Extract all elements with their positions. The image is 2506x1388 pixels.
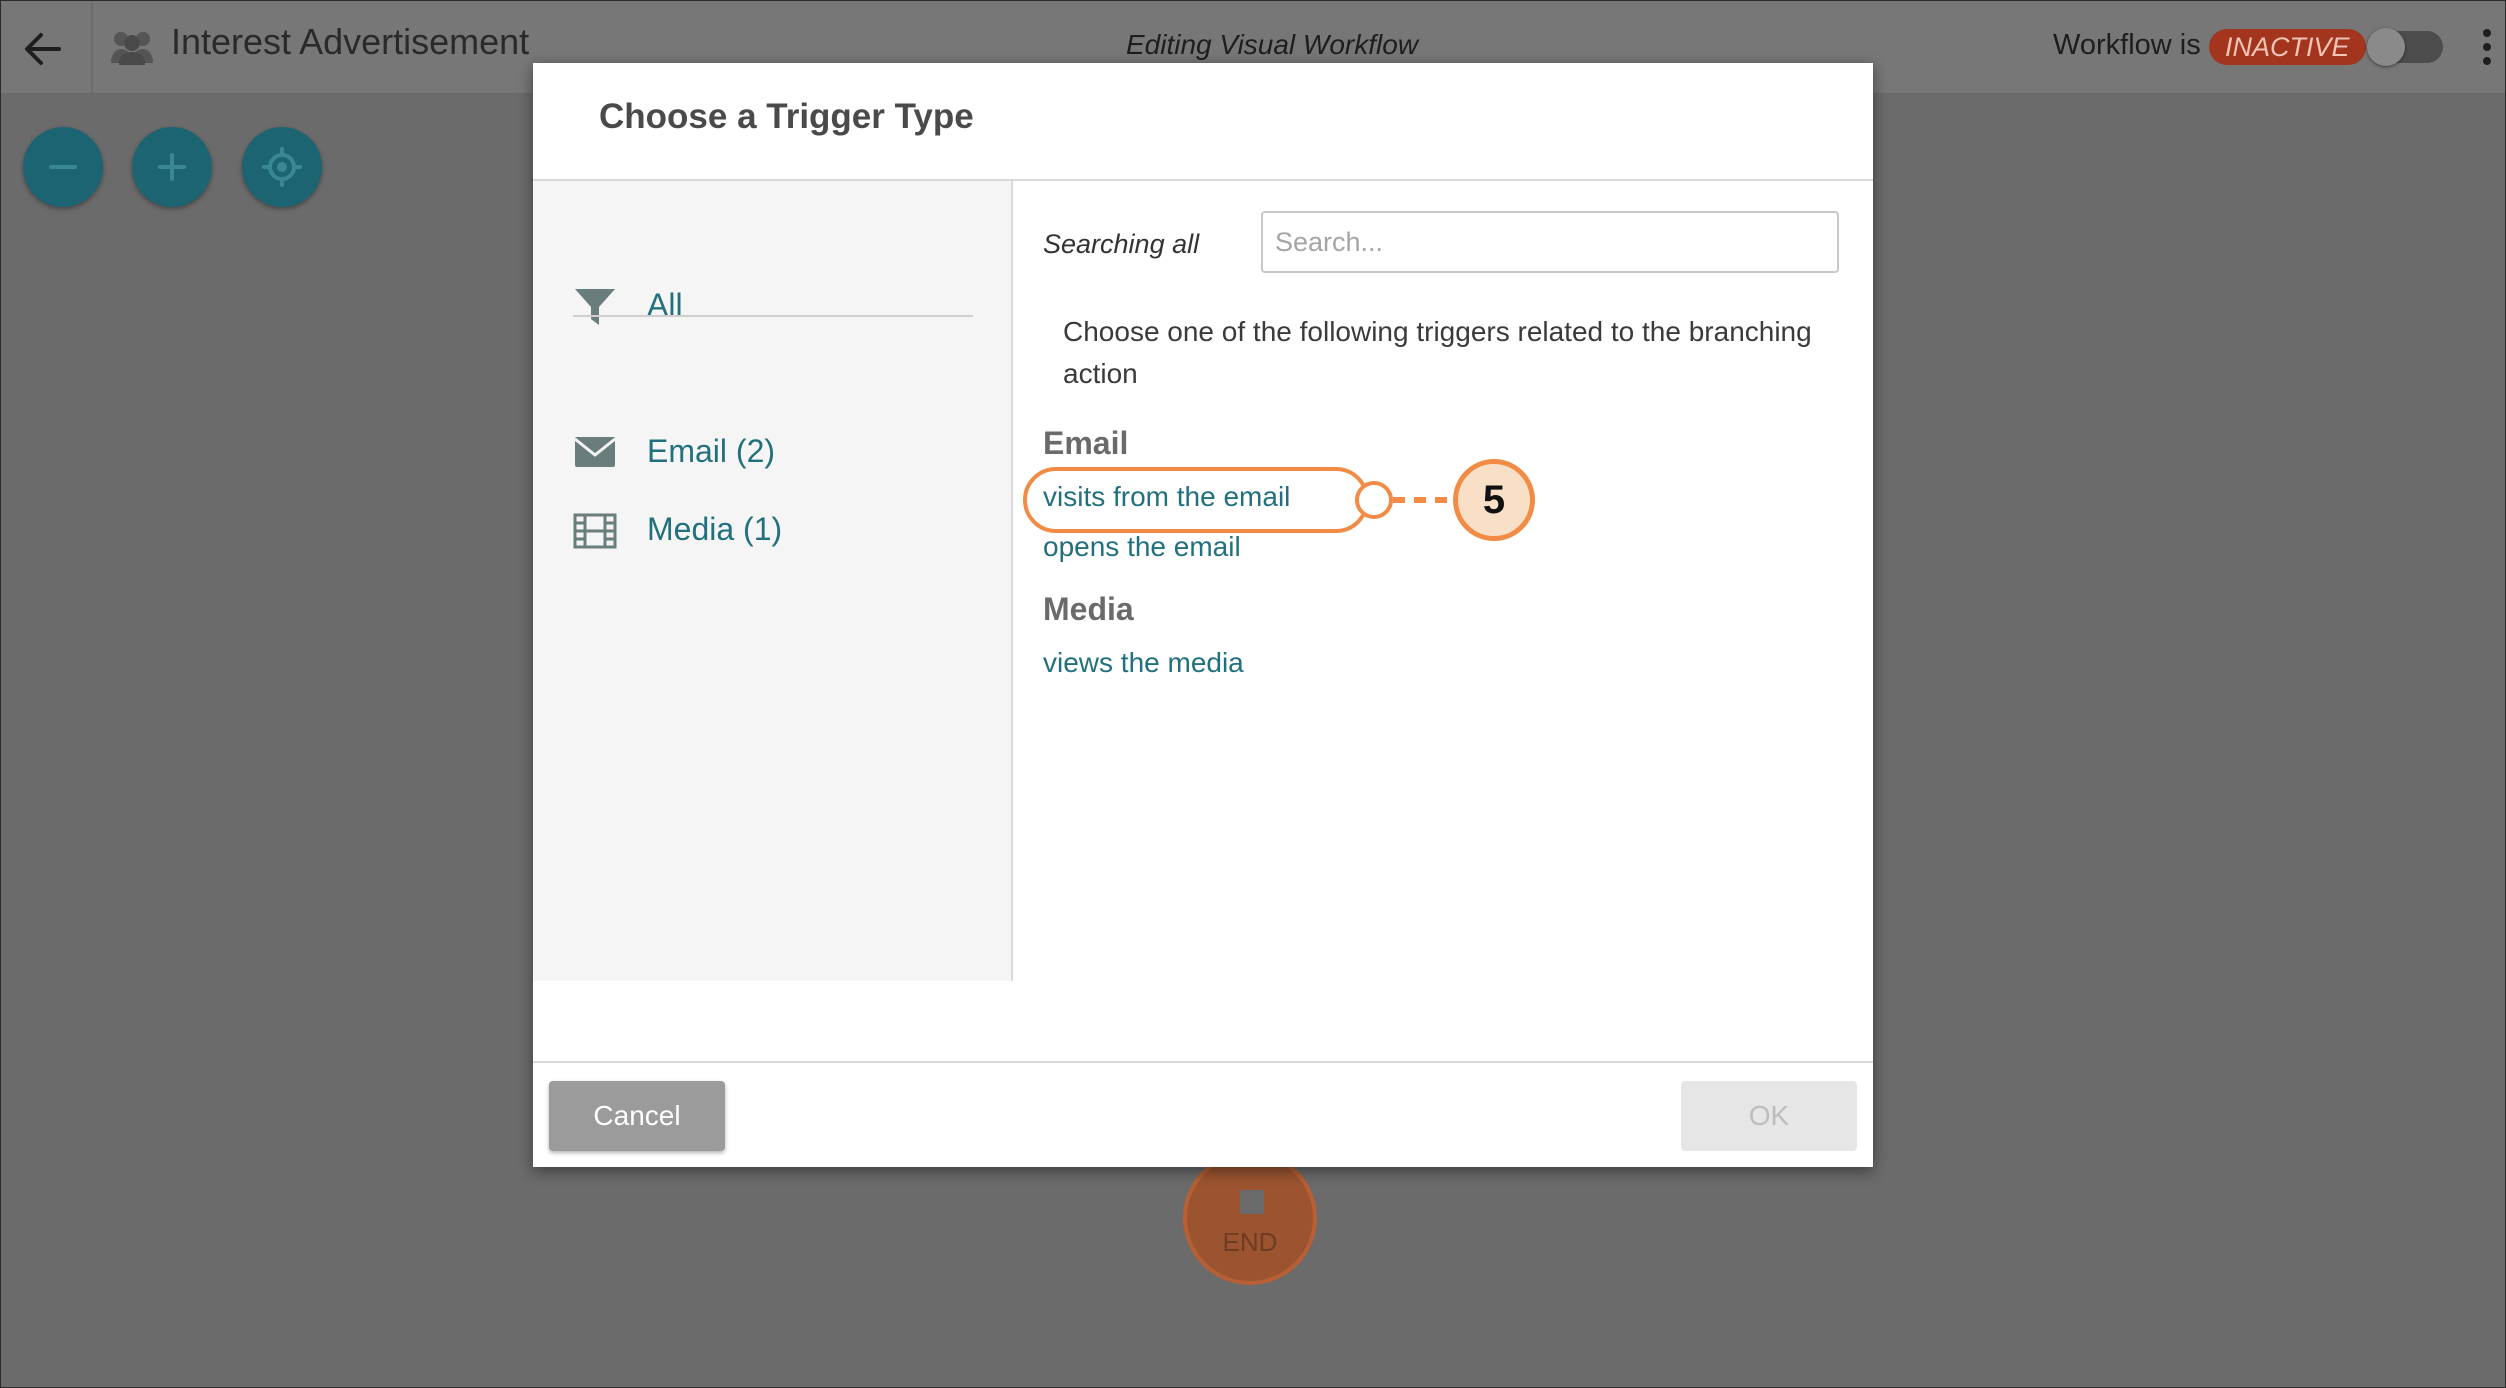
film-icon bbox=[573, 513, 617, 549]
group-icon bbox=[111, 32, 153, 65]
trigger-list-panel: Searching all Choose one of the followin… bbox=[1013, 181, 1873, 981]
callout-connector bbox=[1393, 497, 1447, 503]
workflow-status-label: Workflow is bbox=[2053, 29, 2201, 61]
stop-icon bbox=[1240, 1190, 1264, 1214]
envelope-icon bbox=[574, 437, 616, 467]
workflow-active-toggle[interactable] bbox=[2367, 28, 2443, 66]
editing-mode-label: Editing Visual Workflow bbox=[1126, 29, 1419, 60]
zoom-in-button[interactable] bbox=[132, 127, 212, 207]
search-scope-label: Searching all bbox=[1043, 229, 1200, 259]
zoom-out-button[interactable] bbox=[23, 127, 103, 207]
group-title-email: Email bbox=[1043, 425, 1129, 461]
toggle-knob bbox=[2367, 28, 2405, 66]
end-node[interactable]: END bbox=[1183, 1151, 1317, 1285]
crosshair-icon bbox=[262, 147, 302, 187]
arrow-left-icon bbox=[25, 33, 61, 65]
category-label: All bbox=[647, 287, 683, 323]
cancel-button[interactable]: Cancel bbox=[549, 1081, 725, 1151]
step-number-badge: 5 bbox=[1453, 459, 1535, 541]
recenter-button[interactable] bbox=[242, 127, 322, 207]
category-panel: All Email (2) Media (1) bbox=[533, 181, 1013, 981]
category-divider bbox=[573, 315, 973, 317]
dialog-header: Choose a Trigger Type bbox=[533, 63, 1873, 181]
trigger-opens-email[interactable]: opens the email bbox=[1043, 531, 1241, 563]
back-button[interactable] bbox=[1, 1, 93, 93]
category-label: Media (1) bbox=[647, 511, 783, 547]
workflow-title: Interest Advertisement bbox=[171, 21, 530, 62]
trigger-views-media[interactable]: views the media bbox=[1043, 647, 1244, 679]
status-badge: INACTIVE bbox=[2209, 29, 2366, 65]
category-label: Email (2) bbox=[647, 433, 776, 469]
end-node-label: END bbox=[1222, 1227, 1278, 1257]
instructions-text: Choose one of the following triggers rel… bbox=[1063, 316, 1812, 389]
highlight-outline bbox=[1023, 467, 1369, 533]
filter-icon bbox=[575, 289, 615, 325]
minus-icon bbox=[49, 165, 77, 169]
ok-button[interactable]: OK bbox=[1681, 1081, 1857, 1151]
app-window: Interest Advertisement Editing Visual Wo… bbox=[0, 0, 2506, 1388]
search-input[interactable] bbox=[1261, 211, 1839, 273]
more-options-icon[interactable] bbox=[2481, 29, 2493, 69]
dialog-footer: Cancel OK bbox=[533, 1061, 1873, 1169]
trigger-type-dialog: Choose a Trigger Type All Email (2) Medi… bbox=[533, 63, 1873, 1167]
group-title-media: Media bbox=[1043, 591, 1134, 627]
dialog-title: Choose a Trigger Type bbox=[599, 97, 974, 136]
plus-icon bbox=[158, 153, 186, 181]
callout-dot bbox=[1355, 481, 1393, 519]
